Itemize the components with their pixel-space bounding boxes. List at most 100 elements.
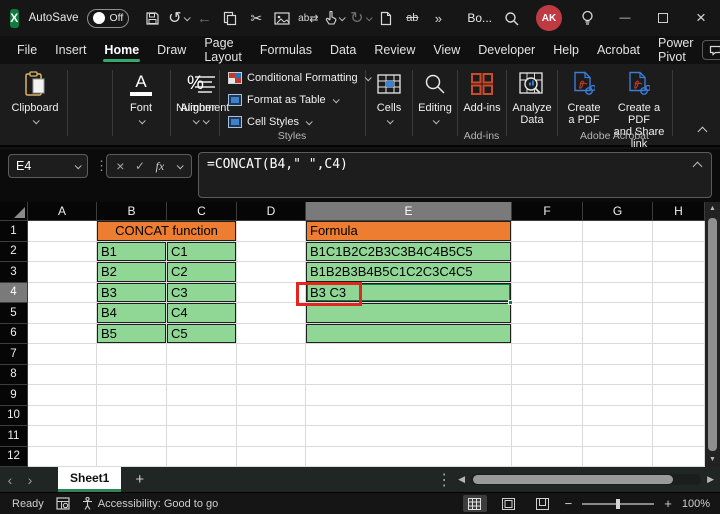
cell-E11[interactable] [306, 426, 512, 447]
cell-G11[interactable] [583, 426, 653, 447]
horizontal-scrollbar[interactable] [471, 474, 701, 485]
cell-E12[interactable] [306, 447, 512, 468]
cell-E2[interactable]: B1C1B2C2B3C3B4C4B5C5 [306, 242, 512, 263]
cell-D3[interactable] [237, 262, 306, 283]
editing-button[interactable]: Editing [413, 69, 457, 124]
row-header-2[interactable]: 2 [0, 242, 28, 263]
strikethrough-icon[interactable]: ab [401, 6, 423, 30]
accessibility-status[interactable]: Accessibility: Good to go [82, 497, 218, 510]
cell-A1[interactable] [28, 221, 97, 242]
cut-icon[interactable]: ✂ [245, 6, 267, 30]
cell-C6[interactable]: C5 [167, 324, 237, 345]
cell-D5[interactable] [237, 303, 306, 324]
cell-H6[interactable] [653, 324, 705, 345]
tab-page-layout[interactable]: Page Layout [195, 36, 251, 64]
cell-F7[interactable] [512, 344, 583, 365]
cell-D12[interactable] [237, 447, 306, 468]
column-header-f[interactable]: F [512, 202, 583, 221]
cell-F4[interactable] [512, 283, 583, 304]
zoom-in-icon[interactable]: + [664, 496, 672, 511]
row-header-11[interactable]: 11 [0, 426, 28, 447]
cell-D7[interactable] [237, 344, 306, 365]
cell-F5[interactable] [512, 303, 583, 324]
collapse-ribbon-icon[interactable] [698, 127, 708, 137]
minimize-button[interactable]: — [606, 3, 644, 33]
zoom-slider-thumb[interactable] [616, 499, 620, 509]
cell-B6[interactable]: B5 [97, 324, 167, 345]
cell-H3[interactable] [653, 262, 705, 283]
cell-G4[interactable] [583, 283, 653, 304]
cell-G2[interactable] [583, 242, 653, 263]
cell-A3[interactable] [28, 262, 97, 283]
maximize-button[interactable] [644, 3, 682, 33]
cell-C8[interactable] [167, 365, 237, 386]
document-name[interactable]: Bo... [467, 11, 492, 25]
save-icon[interactable] [141, 6, 163, 30]
paste-picture-icon[interactable] [271, 6, 293, 30]
cell-B11[interactable] [97, 426, 167, 447]
conditional-formatting-button[interactable]: Conditional Formatting [228, 72, 370, 84]
horizontal-scroll-thumb[interactable] [473, 475, 673, 484]
tab-options-dots-icon[interactable]: ⋮ [436, 470, 452, 490]
cell-A7[interactable] [28, 344, 97, 365]
cell-G8[interactable] [583, 365, 653, 386]
cell-A9[interactable] [28, 385, 97, 406]
tab-draw[interactable]: Draw [148, 36, 195, 64]
account-avatar[interactable]: AK [530, 3, 568, 33]
cell-F10[interactable] [512, 406, 583, 427]
vertical-scroll-thumb[interactable] [708, 218, 717, 451]
cell-F3[interactable] [512, 262, 583, 283]
collapse-formula-bar-icon[interactable] [693, 162, 703, 172]
row-header-6[interactable]: 6 [0, 324, 28, 345]
cell-E5[interactable] [306, 303, 512, 324]
cell-H2[interactable] [653, 242, 705, 263]
cell-H12[interactable] [653, 447, 705, 468]
page-layout-view-button[interactable] [497, 495, 521, 512]
close-button[interactable]: × [682, 3, 720, 33]
tab-data[interactable]: Data [321, 36, 365, 64]
more-commands-icon[interactable]: » [427, 6, 449, 30]
tab-power-pivot[interactable]: Power Pivot [649, 36, 702, 64]
row-header-7[interactable]: 7 [0, 344, 28, 365]
cell-E10[interactable] [306, 406, 512, 427]
cell-B10[interactable] [97, 406, 167, 427]
cell-D8[interactable] [237, 365, 306, 386]
cell-H9[interactable] [653, 385, 705, 406]
column-header-a[interactable]: A [28, 202, 97, 221]
cell-G6[interactable] [583, 324, 653, 345]
cell-H11[interactable] [653, 426, 705, 447]
new-document-icon[interactable] [375, 6, 397, 30]
enter-icon[interactable]: ✓ [135, 159, 145, 173]
format-as-table-button[interactable]: Format as Table [228, 94, 338, 106]
tab-home[interactable]: Home [95, 36, 148, 64]
cell-C4[interactable]: C3 [167, 283, 237, 304]
cell-F11[interactable] [512, 426, 583, 447]
cell-A11[interactable] [28, 426, 97, 447]
macro-record-icon[interactable] [56, 497, 70, 510]
cell-A2[interactable] [28, 242, 97, 263]
cell-D6[interactable] [237, 324, 306, 345]
cell-H1[interactable] [653, 221, 705, 242]
cell-B12[interactable] [97, 447, 167, 468]
sheet-tab-sheet1[interactable]: Sheet1 [58, 467, 121, 492]
cell-A8[interactable] [28, 365, 97, 386]
fill-handle[interactable] [508, 300, 513, 305]
cell-G10[interactable] [583, 406, 653, 427]
cell-B1[interactable]: CONCAT function [97, 221, 237, 242]
cell-C7[interactable] [167, 344, 237, 365]
column-header-h[interactable]: H [653, 202, 705, 221]
row-header-9[interactable]: 9 [0, 385, 28, 406]
cell-C3[interactable]: C2 [167, 262, 237, 283]
tab-review[interactable]: Review [365, 36, 424, 64]
column-header-g[interactable]: G [583, 202, 653, 221]
cell-C5[interactable]: C4 [167, 303, 237, 324]
cell-H10[interactable] [653, 406, 705, 427]
tab-help[interactable]: Help [544, 36, 588, 64]
number-button[interactable]: % Number [175, 69, 216, 124]
sheet-nav-right-icon[interactable]: › [20, 472, 40, 488]
cell-B3[interactable]: B2 [97, 262, 167, 283]
cell-G1[interactable] [583, 221, 653, 242]
hscroll-right-icon[interactable]: ▶ [707, 474, 714, 485]
cell-F9[interactable] [512, 385, 583, 406]
row-header-12[interactable]: 12 [0, 447, 28, 468]
